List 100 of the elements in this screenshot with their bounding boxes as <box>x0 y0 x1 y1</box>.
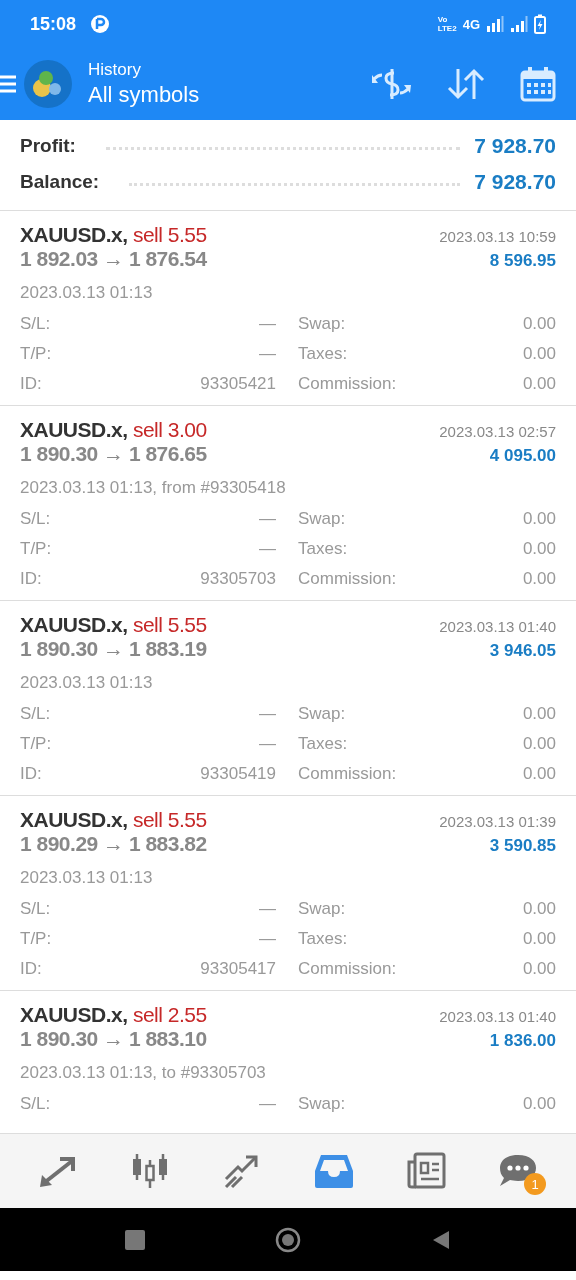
detail-label: S/L: <box>20 509 52 529</box>
detail-label: Swap: <box>298 1094 347 1114</box>
detail-label: S/L: <box>20 899 52 919</box>
close-time: 2023.03.13 01:40 <box>439 1008 556 1025</box>
trade-profit: 3 946.05 <box>489 641 556 661</box>
detail-value: — <box>258 1094 276 1114</box>
detail-value: — <box>258 314 276 334</box>
detail-label: ID: <box>20 959 43 979</box>
screen-title: All symbols <box>88 82 200 108</box>
detail-label: T/P: <box>20 539 53 559</box>
detail-value: 93305419 <box>199 764 276 784</box>
detail-label: T/P: <box>20 344 53 364</box>
signal-icon <box>510 16 528 32</box>
trade-profit: 4 095.00 <box>489 446 556 466</box>
detail-label: T/P: <box>20 734 53 754</box>
trade-profit: 8 596.95 <box>489 251 556 271</box>
detail-label: Swap: <box>298 899 347 919</box>
close-time: 2023.03.13 01:39 <box>439 813 556 830</box>
trade-prices: 1 890.30 → 1 883.19 <box>20 637 207 661</box>
detail-label: S/L: <box>20 704 52 724</box>
currency-exchange-icon[interactable] <box>370 67 412 101</box>
detail-label: ID: <box>20 569 43 589</box>
open-time: 2023.03.13 01:13 <box>20 283 154 303</box>
trade-symbol: XAUUSD.x, sell 5.55 <box>20 808 207 832</box>
detail-value: — <box>258 734 276 754</box>
detail-value: 0.00 <box>521 374 556 394</box>
open-time: 2023.03.13 01:13, to #93305703 <box>20 1063 267 1083</box>
status-time: 15:08 <box>30 13 77 35</box>
detail-label: Commission: <box>298 374 398 394</box>
detail-value: — <box>258 344 276 364</box>
menu-icon[interactable] <box>0 74 16 94</box>
back-icon[interactable] <box>431 1228 451 1251</box>
trade-symbol: XAUUSD.x, sell 5.55 <box>20 613 207 637</box>
detail-label: Commission: <box>298 959 398 979</box>
detail-label: Swap: <box>298 509 347 529</box>
detail-value: — <box>258 704 276 724</box>
detail-value: — <box>258 899 276 919</box>
sort-icon[interactable] <box>446 67 486 101</box>
detail-label: Swap: <box>298 314 347 334</box>
detail-value: — <box>258 539 276 559</box>
detail-label: Swap: <box>298 704 347 724</box>
trade-prices: 1 892.03 → 1 876.54 <box>20 247 207 271</box>
app-logo-icon <box>24 60 72 108</box>
open-time: 2023.03.13 01:13 <box>20 868 154 888</box>
close-time: 2023.03.13 10:59 <box>439 228 556 245</box>
inbox-icon <box>314 1153 354 1189</box>
summary-value: 7 928.70 <box>474 134 556 158</box>
trade-symbol: XAUUSD.x, sell 3.00 <box>20 418 207 442</box>
detail-value: 0.00 <box>521 959 556 979</box>
detail-value: 0.00 <box>521 314 556 334</box>
network-type: 4G <box>462 16 480 32</box>
detail-value: 0.00 <box>521 899 556 919</box>
detail-label: Taxes: <box>298 734 349 754</box>
signal-icon <box>486 16 504 32</box>
trade-profit: 1 836.00 <box>489 1031 556 1051</box>
detail-value: 93305703 <box>199 569 276 589</box>
detail-value: 0.00 <box>521 734 556 754</box>
lte-label: LTE2 <box>437 24 457 33</box>
detail-value: 0.00 <box>521 569 556 589</box>
detail-value: 93305417 <box>199 959 276 979</box>
detail-label: Taxes: <box>298 539 349 559</box>
close-time: 2023.03.13 01:40 <box>439 618 556 635</box>
trade-prices: 1 890.30 → 1 876.65 <box>20 442 207 466</box>
detail-value: — <box>258 929 276 949</box>
detail-label: T/P: <box>20 929 53 949</box>
open-time: 2023.03.13 01:13, from #93305418 <box>20 478 287 498</box>
battery-charging-icon <box>534 14 546 34</box>
detail-label: ID: <box>20 374 43 394</box>
calendar-icon[interactable] <box>520 66 556 102</box>
detail-label: S/L: <box>20 1094 52 1114</box>
detail-label: Commission: <box>298 764 398 784</box>
detail-value: 0.00 <box>521 344 556 364</box>
summary-label: Profit: <box>20 135 76 157</box>
detail-value: 93305421 <box>199 374 276 394</box>
trade-prices: 1 890.30 → 1 883.10 <box>20 1027 207 1051</box>
detail-label: Taxes: <box>298 344 349 364</box>
home-icon[interactable] <box>275 1226 301 1253</box>
detail-value: 0.00 <box>521 539 556 559</box>
detail-label: Commission: <box>298 569 398 589</box>
recents-icon[interactable] <box>125 1229 145 1250</box>
summary-value: 7 928.70 <box>474 170 556 194</box>
detail-label: S/L: <box>20 314 52 334</box>
summary-label: Balance: <box>20 171 100 193</box>
app-notification-icon <box>90 14 111 34</box>
detail-value: 0.00 <box>521 929 556 949</box>
trade-symbol: XAUUSD.x, sell 2.55 <box>20 1003 207 1027</box>
volte-label: Vo <box>437 15 449 24</box>
detail-value: 0.00 <box>521 509 556 529</box>
candlestick-icon <box>130 1152 170 1190</box>
detail-value: — <box>258 509 276 529</box>
trade-profit: 3 590.85 <box>489 836 556 856</box>
trade-symbol: XAUUSD.x, sell 5.55 <box>20 223 207 247</box>
trade-prices: 1 890.29 → 1 883.82 <box>20 832 207 856</box>
detail-label: ID: <box>20 764 43 784</box>
newspaper-icon <box>406 1152 446 1190</box>
detail-value: 0.00 <box>521 1094 556 1114</box>
detail-value: 0.00 <box>521 764 556 784</box>
screen-subtitle: History <box>88 60 142 80</box>
detail-value: 0.00 <box>521 704 556 724</box>
close-time: 2023.03.13 02:57 <box>439 423 556 440</box>
